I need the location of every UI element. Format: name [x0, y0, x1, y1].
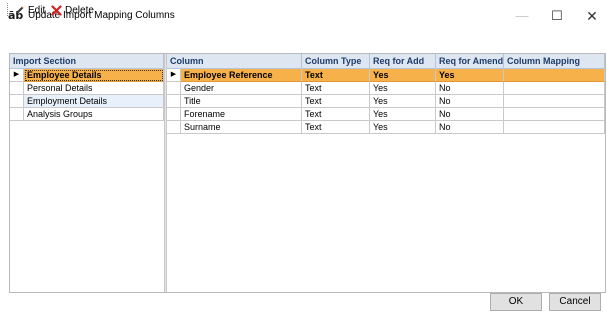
close-button[interactable]: ✕ — [577, 6, 607, 26]
import-section-row[interactable]: ▶ Employee Details — [10, 69, 164, 82]
table-row[interactable]: Title Text Yes No — [167, 95, 605, 108]
table-cell[interactable]: Employee Reference — [181, 69, 302, 82]
table-cell[interactable]: Surname — [181, 121, 302, 134]
row-indicator[interactable] — [10, 108, 24, 121]
table-cell[interactable] — [504, 108, 605, 121]
table-cell[interactable]: Text — [302, 108, 370, 121]
table-cell[interactable]: Yes — [370, 121, 436, 134]
row-indicator[interactable] — [167, 82, 181, 95]
table-cell[interactable]: Forename — [181, 108, 302, 121]
window-title: Update Import Mapping Columns — [28, 10, 175, 21]
delete-label: Delete — [65, 4, 94, 16]
row-indicator[interactable] — [167, 121, 181, 134]
import-section-row[interactable]: Employment Details — [10, 95, 164, 108]
table-cell[interactable]: Yes — [370, 95, 436, 108]
row-indicator[interactable] — [167, 108, 181, 121]
maximize-button[interactable]: ☐ — [542, 6, 572, 26]
red-x-icon — [51, 4, 62, 16]
table-cell[interactable]: No — [436, 121, 504, 134]
table-cell[interactable] — [504, 82, 605, 95]
table-cell[interactable]: No — [436, 95, 504, 108]
delete-button[interactable]: Delete — [51, 2, 94, 18]
table-row[interactable]: Forename Text Yes No — [167, 108, 605, 121]
import-section-header[interactable]: Import Section — [10, 54, 164, 69]
table-cell[interactable]: Text — [302, 95, 370, 108]
table-cell[interactable]: Text — [302, 82, 370, 95]
table-row[interactable]: Gender Text Yes No — [167, 82, 605, 95]
table-cell[interactable]: Text — [302, 69, 370, 82]
table-cell[interactable]: Text — [302, 121, 370, 134]
mapping-panel: Import Section ▶ Employee Details Personal… — [9, 53, 606, 293]
row-indicator[interactable] — [10, 95, 24, 108]
import-section-label: Analysis Groups — [24, 108, 164, 121]
column-header[interactable]: Column Mapping — [504, 54, 605, 69]
table-cell[interactable] — [504, 121, 605, 134]
row-indicator[interactable]: ▶ — [167, 69, 181, 82]
column-header[interactable]: Column — [167, 54, 302, 69]
table-cell[interactable]: Yes — [370, 82, 436, 95]
table-cell[interactable]: No — [436, 82, 504, 95]
import-section-label: Personal Details — [24, 82, 164, 95]
import-section-grid[interactable]: Import Section ▶ Employee Details Personal… — [10, 54, 164, 292]
column-header[interactable]: Req for Amend — [436, 54, 504, 69]
table-cell[interactable]: Yes — [370, 69, 436, 82]
table-row[interactable]: Surname Text Yes No — [167, 121, 605, 134]
minimize-button[interactable]: — — [507, 6, 537, 26]
ok-button[interactable]: OK — [490, 293, 542, 311]
import-section-label: Employee Details — [24, 69, 164, 82]
table-cell[interactable] — [504, 69, 605, 82]
table-cell[interactable]: Gender — [181, 82, 302, 95]
table-cell[interactable]: No — [436, 108, 504, 121]
pencil-icon — [16, 5, 24, 14]
row-indicator[interactable] — [10, 82, 24, 95]
table-cell[interactable]: Yes — [436, 69, 504, 82]
import-section-row[interactable]: Analysis Groups — [10, 108, 164, 121]
table-cell[interactable]: Title — [181, 95, 302, 108]
table-row[interactable]: ▶ Employee Reference Text Yes Yes — [167, 69, 605, 82]
edit-label: Edit — [28, 4, 46, 16]
row-indicator[interactable] — [167, 95, 181, 108]
toolbar-grip[interactable] — [7, 3, 10, 16]
column-header[interactable]: Req for Add — [370, 54, 436, 69]
import-section-label: Employment Details — [24, 95, 164, 108]
import-section-row[interactable]: Personal Details — [10, 82, 164, 95]
table-cell[interactable]: Yes — [370, 108, 436, 121]
columns-grid[interactable]: Column Column Type Req for Add Req for Amen… — [167, 54, 605, 292]
table-cell[interactable] — [504, 95, 605, 108]
edit-button[interactable]: Edit — [14, 2, 45, 18]
row-indicator[interactable]: ▶ — [10, 69, 24, 82]
column-header[interactable]: Column Type — [302, 54, 370, 69]
cancel-button[interactable]: Cancel — [549, 293, 601, 311]
